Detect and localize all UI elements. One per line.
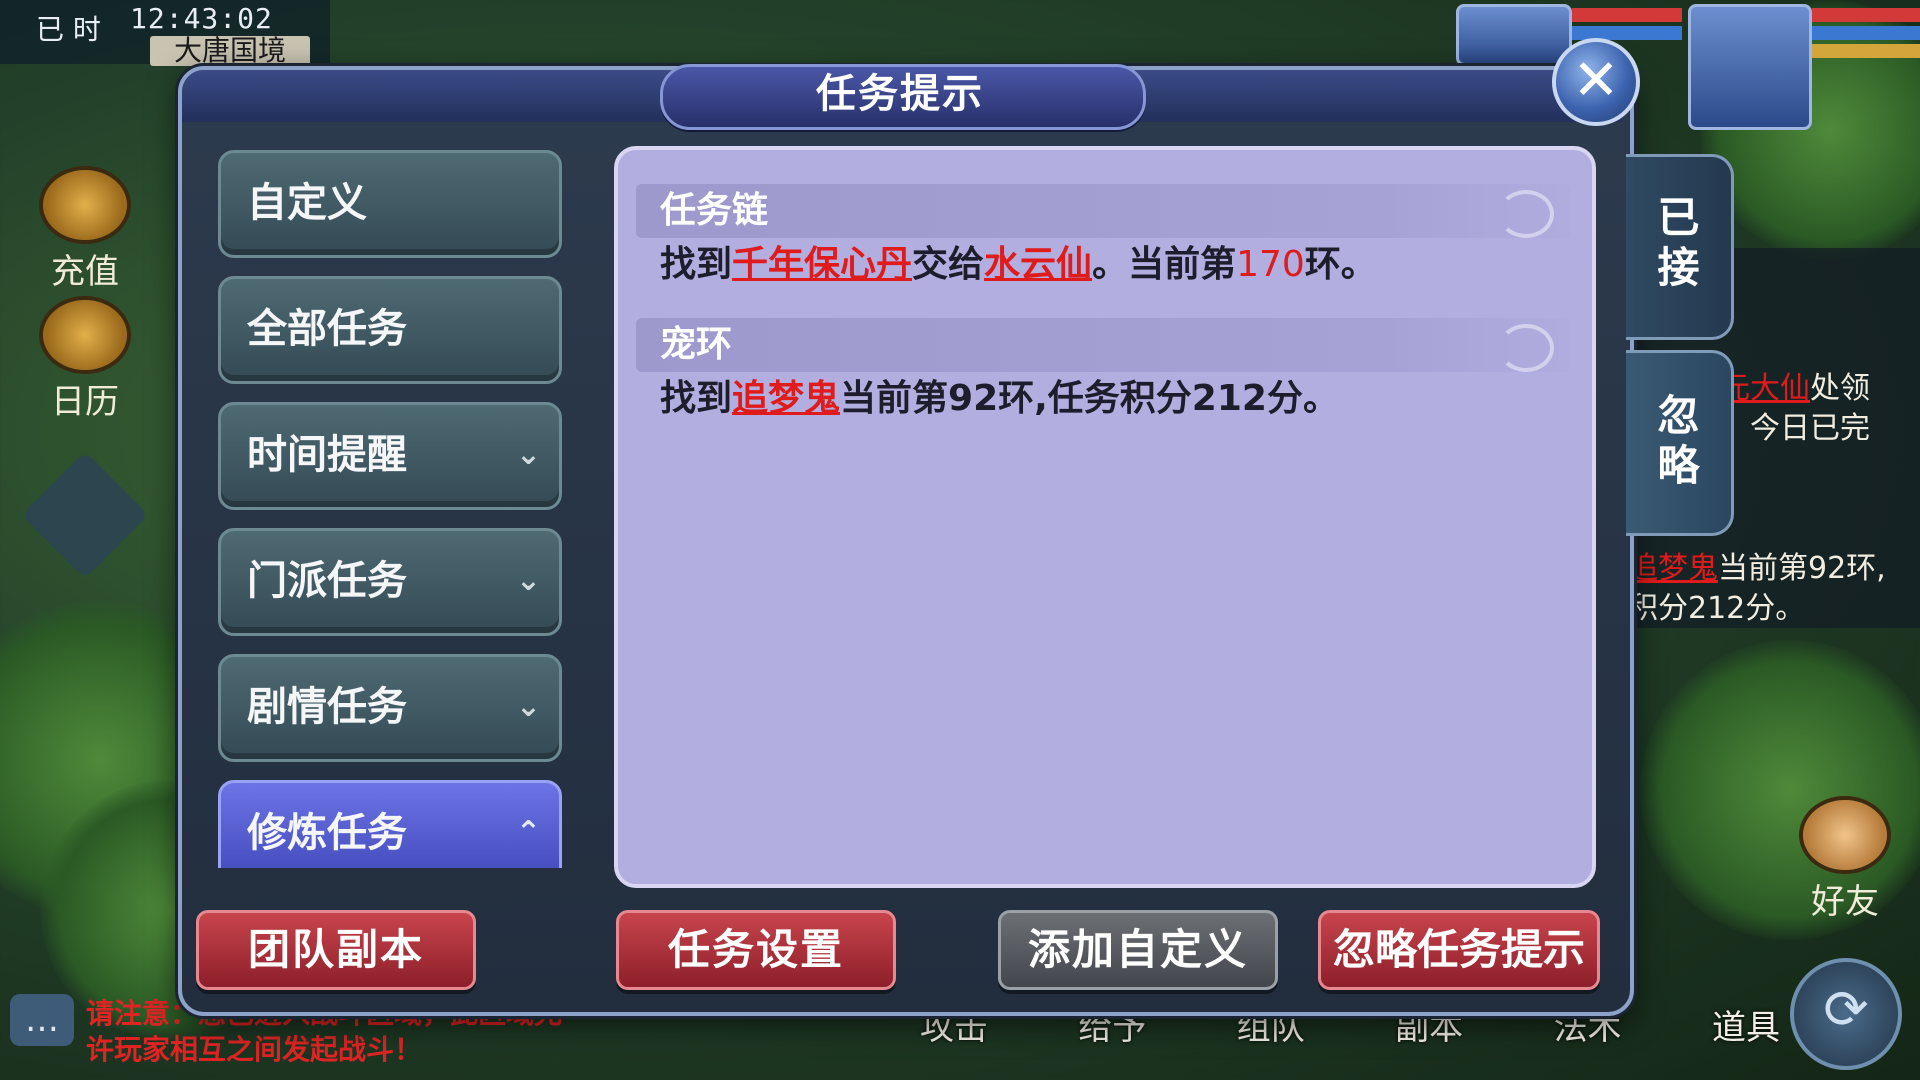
- team-dungeon-button[interactable]: 团队副本: [196, 910, 476, 990]
- close-button[interactable]: ✕: [1552, 38, 1640, 126]
- calendar-button[interactable]: 日历: [30, 300, 140, 422]
- text-fragment: 找到: [660, 244, 733, 285]
- section-title: 宠环: [660, 324, 733, 365]
- task-settings-button[interactable]: 任务设置: [616, 910, 896, 990]
- nav-item-label: 自定义: [247, 180, 367, 226]
- tab-label: 忽: [1657, 391, 1700, 440]
- nav-item-time-reminder[interactable]: 时间提醒 ⌄: [218, 402, 562, 510]
- ignore-task-hint-button[interactable]: 忽略任务提示: [1318, 910, 1600, 990]
- nav-item-label: 门派任务: [247, 558, 407, 604]
- text-fragment: 当前第92环,任务积分212分。: [840, 378, 1339, 419]
- player-mp-bar: [1812, 26, 1920, 40]
- pet-ring-description: 找到追梦鬼当前第92环,任务积分212分。: [660, 374, 1339, 424]
- recharge-button[interactable]: 充值: [30, 170, 140, 292]
- cloud-swirl-icon: [1498, 190, 1554, 238]
- tab-label: 已: [1657, 193, 1700, 242]
- chevron-up-icon: ⌃: [515, 815, 541, 850]
- item-link[interactable]: 千年保心丹: [732, 244, 912, 285]
- friends-button[interactable]: 好友: [1790, 800, 1900, 922]
- calendar-label: 日历: [51, 382, 119, 422]
- section-header-task-chain: 任务链: [636, 184, 1570, 238]
- nav-item-cultivation-tasks[interactable]: 修炼任务 ⌃: [218, 780, 562, 868]
- map-name-label[interactable]: 大唐国境: [150, 36, 311, 66]
- cloud-swirl-icon: [1498, 324, 1554, 372]
- dialog-title: 任务提示: [816, 71, 984, 117]
- player-avatar[interactable]: [1688, 4, 1812, 130]
- tab-ignored[interactable]: 忽 略: [1626, 350, 1734, 536]
- tracker-line: 元大仙处领: [1720, 371, 1870, 406]
- chevron-down-icon: ⌄: [515, 689, 541, 724]
- handshake-icon: [1803, 800, 1887, 870]
- tab-accepted[interactable]: 已 接: [1626, 154, 1734, 340]
- close-icon: ✕: [1572, 48, 1620, 113]
- chevron-down-icon: ⌄: [515, 437, 541, 472]
- friends-label: 好友: [1811, 882, 1879, 922]
- text-fragment: 找到: [660, 378, 733, 419]
- player-sp-bar: [1812, 44, 1920, 58]
- nav-item-all-tasks[interactable]: 全部任务: [218, 276, 562, 384]
- refresh-icon[interactable]: ⟳: [1790, 958, 1902, 1070]
- time-period-label: 已 时: [36, 13, 101, 46]
- tracker-line: ，今日已完: [1720, 411, 1870, 446]
- text-fragment: 。当前第: [1092, 244, 1237, 285]
- tab-label: 接: [1657, 243, 1700, 292]
- task-category-list[interactable]: 自定义 全部任务 时间提醒 ⌄ 门派任务 ⌄ 剧情任务 ⌄ 修炼任务 ⌃: [214, 150, 566, 868]
- nav-item-sect-tasks[interactable]: 门派任务 ⌄: [218, 528, 562, 636]
- clock-readout: 12:43:02: [130, 2, 273, 35]
- tracker-line: 追梦鬼当前第92环,: [1628, 551, 1886, 586]
- text-fragment: 环。: [1304, 244, 1377, 285]
- collapse-hud-button[interactable]: [21, 451, 149, 579]
- player-hp-bar: [1812, 8, 1920, 22]
- recharge-label: 充值: [51, 252, 119, 292]
- section-title: 任务链: [660, 190, 769, 231]
- section-header-pet-ring: 宠环: [636, 318, 1570, 372]
- add-custom-button[interactable]: 添加自定义: [998, 910, 1278, 990]
- nav-item-label: 时间提醒: [247, 432, 407, 478]
- npc-link[interactable]: 水云仙: [984, 244, 1092, 285]
- calendar-drum-icon: [43, 300, 127, 370]
- pet-avatar[interactable]: [1456, 4, 1572, 66]
- inventory-action[interactable]: 道具: [1712, 1000, 1780, 1080]
- nav-item-label: 修炼任务: [247, 810, 407, 856]
- nav-item-custom[interactable]: 自定义: [218, 150, 562, 258]
- nav-item-label: 全部任务: [247, 306, 407, 352]
- round-number: 170: [1236, 244, 1305, 285]
- system-message-line: 许玩家相互之间发起战斗！: [86, 1033, 423, 1066]
- tab-label: 略: [1657, 441, 1700, 490]
- pet-hp-bar: [1572, 8, 1682, 22]
- chevron-down-icon: ⌄: [515, 563, 541, 598]
- text-fragment: 交给: [912, 244, 985, 285]
- chat-icon[interactable]: …: [10, 994, 74, 1046]
- npc-link[interactable]: 追梦鬼: [732, 378, 840, 419]
- task-chain-description: 找到千年保心丹交给水云仙。当前第170环。: [660, 240, 1377, 290]
- nav-item-story-tasks[interactable]: 剧情任务 ⌄: [218, 654, 562, 762]
- tracker-line: 积分212分。: [1628, 591, 1806, 626]
- treasure-chest-icon: [43, 170, 127, 240]
- nav-item-label: 剧情任务: [247, 684, 407, 730]
